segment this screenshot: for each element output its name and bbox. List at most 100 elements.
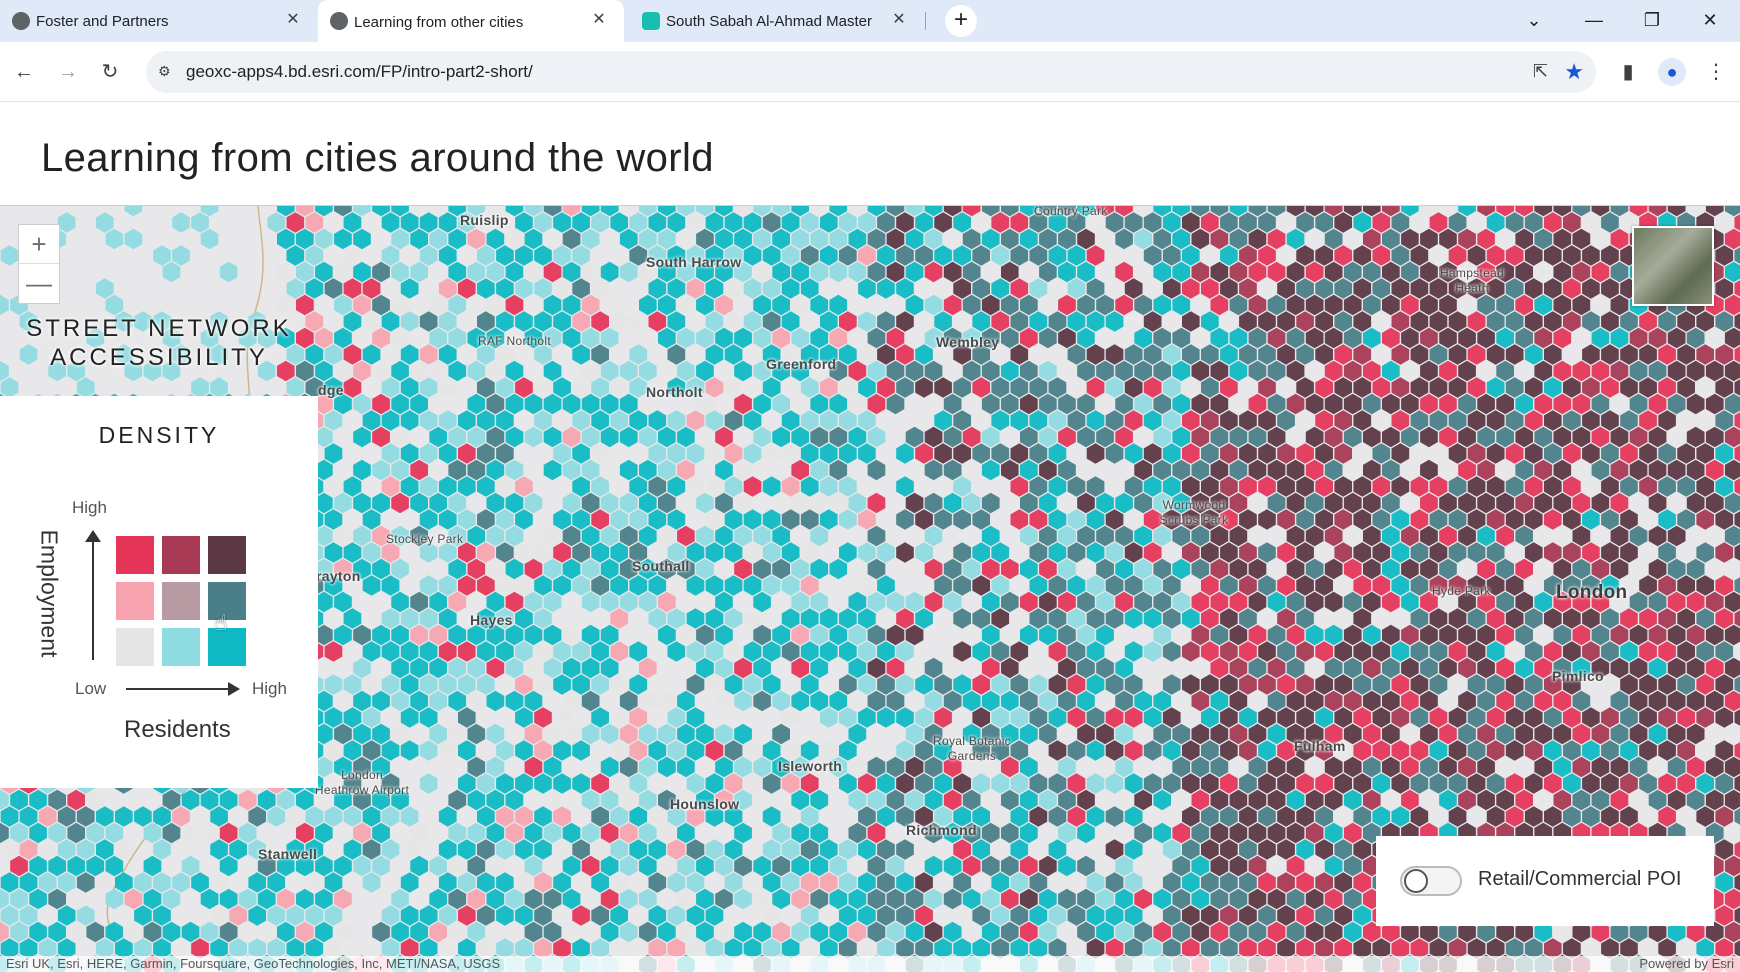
menu-icon[interactable]: ⋮	[1702, 58, 1730, 86]
hex-cell	[1410, 740, 1429, 761]
legend-cell[interactable]	[116, 582, 154, 620]
hex-cell	[1667, 756, 1686, 778]
hex-cell	[905, 723, 924, 745]
hex-cell	[1582, 542, 1600, 563]
hex-cell	[343, 311, 362, 332]
hex-cell	[1105, 542, 1124, 563]
hex-cell	[591, 278, 609, 299]
hex-cell	[524, 624, 543, 646]
hex-cell	[505, 261, 524, 283]
hex-cell	[324, 872, 343, 893]
hex-cell	[1629, 459, 1648, 481]
tab-south-sabah[interactable]: South Sabah Al-Ahmad Master ✕	[630, 0, 924, 42]
back-icon[interactable]: ←	[10, 58, 38, 86]
poi-toggle-switch[interactable]	[1400, 866, 1462, 896]
reload-icon[interactable]: ↻	[96, 58, 124, 86]
hex-cell	[315, 855, 333, 877]
hex-cell	[1486, 443, 1505, 464]
hex-cell	[1058, 855, 1076, 877]
site-info-icon[interactable]: ⚙	[158, 63, 178, 81]
hex-cell	[1686, 690, 1705, 712]
hex-cell	[896, 212, 914, 233]
hex-cell	[1391, 245, 1410, 266]
hex-cell	[562, 294, 581, 316]
url-text[interactable]: geoxc-apps4.bd.esri.com/FP/intro-part2-s…	[186, 62, 533, 82]
bookmark-star-icon[interactable]: ★	[1564, 59, 1584, 85]
close-icon[interactable]: ✕	[890, 11, 908, 29]
hex-cell	[210, 839, 228, 860]
hex-cell	[1534, 360, 1553, 382]
tab-foster-and-partners[interactable]: Foster and Partners ✕	[0, 0, 318, 42]
hex-cell	[1001, 294, 1019, 316]
hex-cell	[1086, 905, 1105, 926]
legend-cell[interactable]	[162, 536, 200, 574]
hex-cell	[781, 872, 800, 893]
powered-by-esri[interactable]: Powered by Esri	[1639, 956, 1734, 971]
legend-cell[interactable]	[208, 536, 246, 574]
side-panel-icon[interactable]: ▮	[1614, 58, 1642, 86]
hex-cell	[1591, 393, 1610, 415]
hex-cell	[1382, 558, 1400, 580]
hex-cell	[639, 888, 657, 910]
hex-cell	[1229, 261, 1248, 283]
hex-cell	[877, 344, 895, 365]
address-bar[interactable]: ⚙ geoxc-apps4.bd.esri.com/FP/intro-part2…	[146, 51, 1596, 93]
close-icon[interactable]: ✕	[590, 11, 608, 29]
legend-cell[interactable]	[162, 582, 200, 620]
close-icon[interactable]: ✕	[284, 11, 302, 29]
hex-cell	[1420, 492, 1438, 514]
forward-icon[interactable]: →	[54, 58, 82, 86]
map-view[interactable]: Ruislip South Harrow Country Park Hampstead…	[0, 206, 1740, 972]
hex-cell	[1448, 542, 1467, 563]
hex-cell	[19, 905, 38, 926]
hex-cell	[610, 608, 628, 629]
hex-cell	[1544, 740, 1562, 761]
hex-cell	[1544, 377, 1562, 398]
hex-cell	[448, 789, 467, 811]
hex-cell	[1086, 575, 1105, 596]
restore-icon[interactable]: ❐	[1640, 8, 1664, 32]
legend-cell[interactable]	[162, 628, 200, 666]
hex-cell	[810, 822, 829, 844]
hex-cell	[1343, 558, 1362, 580]
hex-cell	[1363, 327, 1381, 349]
hex-cell	[1524, 344, 1543, 365]
new-tab-button[interactable]: +	[945, 5, 977, 37]
legend-cell[interactable]	[116, 536, 154, 574]
hex-cell	[1610, 360, 1629, 382]
hex-cell	[972, 443, 990, 464]
hex-cell	[229, 839, 247, 860]
hex-cell	[772, 294, 790, 316]
zoom-control: + —	[18, 224, 60, 304]
basemap-thumbnail[interactable]	[1632, 226, 1714, 306]
hex-cell	[410, 591, 428, 613]
tab-learning-from-other-cities[interactable]: Learning from other cities ✕	[318, 0, 624, 44]
hex-cell	[886, 888, 905, 910]
hex-cell	[1458, 327, 1476, 349]
hex-cell	[543, 360, 562, 382]
hex-cell	[829, 228, 848, 250]
hex-cell	[1248, 360, 1267, 382]
zoom-in-button[interactable]: +	[19, 225, 59, 264]
hex-cell	[1077, 492, 1095, 514]
minimize-icon[interactable]: —	[1582, 8, 1606, 32]
window-close-icon[interactable]: ✕	[1698, 8, 1722, 32]
hex-cell	[1115, 855, 1133, 877]
hex-cell	[1010, 278, 1029, 299]
hex-cell	[953, 443, 971, 464]
tab-search-icon[interactable]: ⌄	[1522, 8, 1546, 32]
hex-cell	[953, 377, 971, 398]
hex-cell	[1010, 509, 1029, 530]
legend-cell[interactable]	[116, 628, 154, 666]
hex-cell	[639, 657, 657, 679]
hex-cell	[419, 212, 438, 233]
hex-cell	[524, 690, 543, 712]
hex-cell	[1334, 674, 1352, 695]
share-icon[interactable]: ⇱	[1533, 61, 1548, 82]
hex-cell	[1496, 591, 1514, 613]
hex-cell	[448, 690, 467, 712]
zoom-out-button[interactable]: —	[19, 264, 59, 303]
profile-avatar-icon[interactable]: ●	[1658, 58, 1686, 86]
hex-cell	[1001, 888, 1019, 910]
hex-cell	[1696, 443, 1714, 464]
